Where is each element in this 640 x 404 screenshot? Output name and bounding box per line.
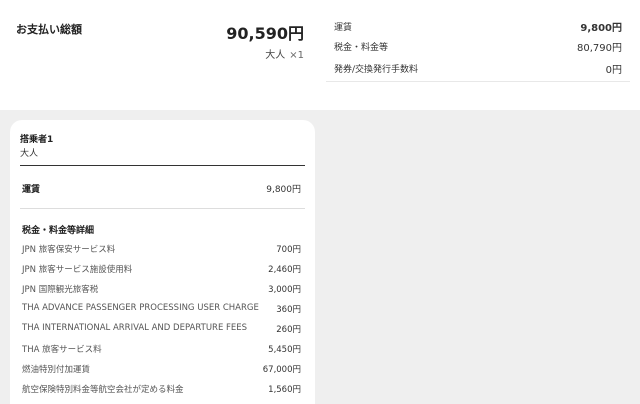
- summary-label: 運賃: [334, 23, 353, 33]
- tax-details-title: 税金・料金等詳細: [22, 226, 95, 236]
- passenger-card: 搭乗者1 大人 運賃 9,800円 税金・料金等詳細 JPN 旅客保安サービス料…: [10, 120, 315, 404]
- list-item: THA 旅客サービス料 5,450円: [22, 340, 301, 360]
- list-item: 航空保険特別料金等航空会社が定める料金 1,560円: [22, 380, 301, 400]
- summary-value: 9,800円: [580, 23, 622, 34]
- item-label: JPN 旅客サービス施設使用料: [22, 265, 133, 275]
- list-item: JPN 国際観光旅客税 3,000円: [22, 280, 301, 300]
- passenger-type: 大人: [20, 149, 39, 159]
- summary-row-fee: 発券/交換発行手数料 0円: [334, 60, 622, 78]
- item-label: THA INTERNATIONAL ARRIVAL AND DEPARTURE …: [22, 323, 248, 333]
- item-value: 1,560円: [268, 385, 301, 395]
- summary-label: 発券/交換発行手数料: [334, 65, 419, 75]
- passenger-name: 搭乗者1: [20, 135, 54, 145]
- divider: [20, 165, 305, 166]
- item-label: 航空保険特別料金等航空会社が定める料金: [22, 385, 184, 395]
- list-item: JPN 旅客サービス施設使用料 2,460円: [22, 260, 301, 280]
- summary-label: 税金・料金等: [334, 43, 389, 53]
- item-value: 5,450円: [268, 345, 301, 355]
- fare-label: 運賃: [22, 185, 41, 195]
- item-value: 67,000円: [262, 365, 301, 375]
- item-label: JPN 旅客保安サービス料: [22, 245, 116, 255]
- tax-details-list: JPN 旅客保安サービス料 700円 JPN 旅客サービス施設使用料 2,460円 …: [22, 240, 301, 400]
- summary-value: 0円: [605, 65, 622, 76]
- item-value: 700円: [276, 245, 301, 255]
- total-label: お支払い総額: [16, 23, 82, 36]
- fare-summary: 運賃 9,800円 税金・料金等 80,790円 発券/交換発行手数料 0円: [326, 10, 630, 82]
- passenger-count: 大人 ×1: [265, 46, 304, 61]
- item-label: THA 旅客サービス料: [22, 345, 102, 355]
- passenger-multiplier: ×1: [289, 50, 304, 61]
- item-value: 360円: [276, 305, 301, 315]
- list-item: THA INTERNATIONAL ARRIVAL AND DEPARTURE …: [22, 320, 301, 340]
- item-value: 3,000円: [268, 285, 301, 295]
- item-label: THA ADVANCE PASSENGER PROCESSING USER CH…: [22, 303, 259, 313]
- passenger-type-label: 大人: [265, 50, 286, 61]
- summary-row-fare: 運賃 9,800円: [334, 18, 622, 36]
- summary-row-taxes: 税金・料金等 80,790円: [334, 38, 622, 56]
- item-label: JPN 国際観光旅客税: [22, 285, 99, 295]
- item-value: 2,460円: [268, 265, 301, 275]
- list-item: 燃油特別付加運賃 67,000円: [22, 360, 301, 380]
- price-summary-header: お支払い総額 90,590円 大人 ×1 運賃 9,800円 税金・料金等 80,…: [0, 0, 640, 110]
- item-value: 260円: [276, 325, 301, 335]
- list-item: JPN 旅客保安サービス料 700円: [22, 240, 301, 260]
- total-amount: 90,590円: [226, 24, 304, 43]
- divider: [20, 208, 305, 209]
- summary-value: 80,790円: [577, 43, 622, 54]
- list-item: THA ADVANCE PASSENGER PROCESSING USER CH…: [22, 300, 301, 320]
- item-label: 燃油特別付加運賃: [22, 365, 91, 375]
- fare-value: 9,800円: [266, 185, 301, 195]
